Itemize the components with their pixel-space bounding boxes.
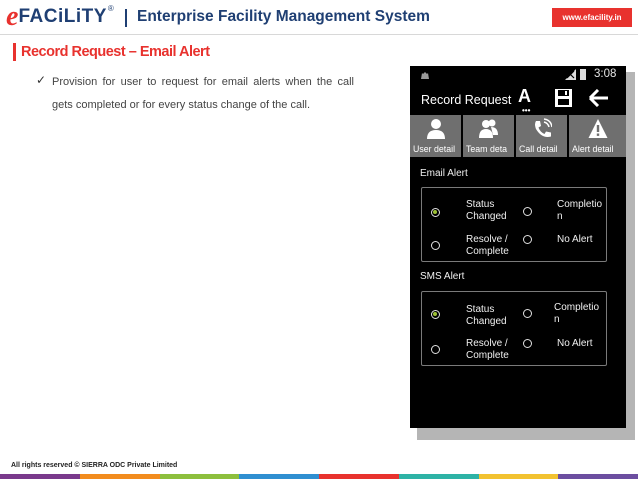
radio-label: Completio n: [554, 302, 600, 325]
android-notification-icon: [420, 71, 430, 83]
footer-stripe-segment: [478, 474, 559, 479]
footer-stripe-segment: [398, 474, 479, 479]
sms-status-changed-radio[interactable]: [431, 310, 440, 319]
logo-e: e: [6, 1, 19, 32]
footer-stripe-segment: [558, 474, 638, 479]
save-icon[interactable]: [554, 88, 573, 108]
font-icon-dots: •••: [522, 106, 531, 115]
radio-label: Status Changed: [466, 304, 507, 327]
sms-alert-options: Status Changed Completio n Resolve / Com…: [421, 291, 607, 366]
radio-label: Resolve / Complete: [466, 338, 509, 361]
warning-icon: [588, 119, 607, 138]
logo-text: FACiLiTY: [18, 6, 107, 27]
page-title: Record Request – Email Alert: [13, 43, 210, 61]
footer-stripe-segment: [159, 474, 240, 479]
tab-bar: User detail Team deta Call detail Alert …: [410, 115, 626, 157]
email-resolve-complete-radio[interactable]: [431, 241, 440, 250]
efacility-logo[interactable]: e FACiLiTY ®: [6, 1, 114, 32]
checkmark-bullet-icon: ✓: [36, 73, 47, 87]
email-alert-label: Email Alert: [420, 168, 468, 179]
phone-icon: [534, 118, 552, 137]
sms-resolve-complete-radio[interactable]: [431, 345, 440, 354]
footer-stripe-segment: [319, 474, 399, 479]
phone-screenshot: 3:08 Record Request A ••• User detail Te…: [410, 66, 626, 428]
font-size-icon[interactable]: A •••: [518, 86, 538, 115]
footer-color-stripe: [0, 474, 638, 479]
action-bar-title: Record Request: [421, 93, 512, 107]
tab-label: Team deta: [466, 144, 508, 154]
user-icon: [426, 119, 445, 139]
tab-user-detail[interactable]: User detail: [410, 115, 463, 157]
email-status-changed-radio[interactable]: [431, 208, 440, 217]
tab-label: Call detail: [519, 144, 558, 154]
tab-call-detail[interactable]: Call detail: [516, 115, 569, 157]
tab-team-detail[interactable]: Team deta: [463, 115, 516, 157]
tab-label: Alert detail: [572, 144, 614, 154]
registered-mark: ®: [107, 3, 114, 13]
battery-icon: [580, 69, 586, 80]
radio-label: Completio n: [557, 199, 603, 222]
header-title: Enterprise Facility Management System: [137, 8, 430, 25]
tab-alert-detail[interactable]: Alert detail: [569, 115, 626, 157]
footer-stripe-segment: [239, 474, 319, 479]
footer-stripe-segment: [79, 474, 160, 479]
header-separator: [125, 9, 127, 27]
team-icon: [478, 119, 498, 138]
footer-stripe-segment: [0, 474, 80, 479]
radio-label: Resolve / Complete: [466, 234, 509, 257]
email-no-alert-radio[interactable]: [523, 235, 532, 244]
footer-copyright: All rights reserved © SIERRA ODC Private…: [11, 462, 178, 469]
radio-label: No Alert: [557, 234, 593, 245]
sms-no-alert-radio[interactable]: [523, 339, 532, 348]
font-icon-letter: A: [518, 86, 531, 106]
website-badge[interactable]: www.efacility.in: [552, 8, 632, 27]
header-divider: [0, 34, 638, 35]
sms-alert-label: SMS Alert: [420, 271, 465, 282]
sms-completion-radio[interactable]: [523, 309, 532, 318]
radio-label: No Alert: [557, 338, 593, 349]
back-arrow-icon[interactable]: [588, 89, 610, 107]
status-time: 3:08: [594, 68, 617, 80]
header: e FACiLiTY ® Enterprise Facility Managem…: [0, 0, 638, 34]
radio-label: Status Changed: [466, 199, 507, 222]
feature-description: Provision for user to request for email …: [52, 76, 354, 111]
signal-icon: [565, 69, 576, 80]
tab-label: User detail: [413, 144, 456, 154]
email-completion-radio[interactable]: [523, 207, 532, 216]
email-alert-options: Status Changed Completio n Resolve / Com…: [421, 187, 607, 262]
